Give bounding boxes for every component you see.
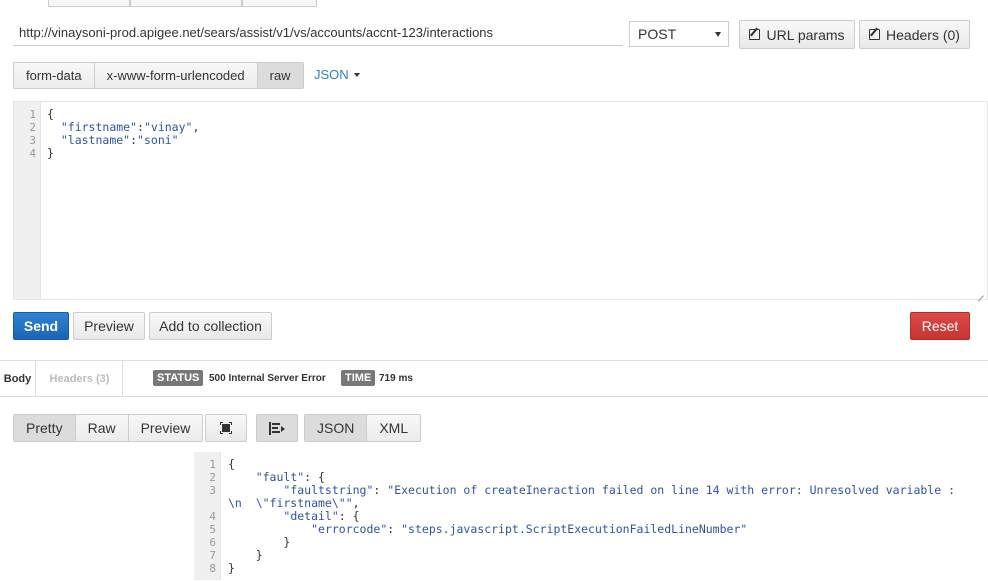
tab-headers[interactable]: Headers (3) bbox=[37, 361, 123, 396]
body-type-group: form-data x-www-form-urlencoded raw bbox=[13, 62, 304, 89]
tab-body[interactable]: Body bbox=[0, 361, 36, 396]
format-json[interactable]: JSON bbox=[305, 415, 368, 441]
fullscreen-icon bbox=[220, 422, 232, 434]
line-number: 6 bbox=[209, 536, 216, 549]
code-token: : bbox=[130, 133, 138, 147]
code-token: { bbox=[47, 107, 54, 121]
request-body-editor[interactable]: 1 2 3 4 { "firstname":"vinay", "lastname… bbox=[13, 101, 988, 300]
method-value: POST bbox=[638, 26, 677, 42]
response-line-gutter: 1 2 3 4 5 6 7 8 bbox=[194, 452, 221, 580]
code-string: "vinay" bbox=[143, 120, 193, 134]
edit-icon bbox=[749, 29, 761, 40]
line-number: 2 bbox=[209, 471, 216, 484]
code-key: "faultstring" bbox=[283, 483, 374, 497]
resize-handle-icon[interactable] bbox=[976, 288, 984, 296]
fullscreen-button[interactable] bbox=[205, 414, 247, 442]
format-group: JSON XML bbox=[304, 414, 422, 442]
body-type-raw[interactable]: raw bbox=[257, 63, 303, 88]
url-params-button[interactable]: URL params bbox=[739, 20, 855, 49]
caret-down-icon bbox=[715, 32, 721, 37]
code-token: } bbox=[255, 548, 263, 562]
line-number: 7 bbox=[209, 549, 216, 562]
code-token: { bbox=[228, 457, 235, 471]
code-token: , bbox=[192, 120, 200, 134]
code-line: } bbox=[47, 147, 54, 160]
code-token: : { bbox=[338, 509, 360, 523]
code-line: "lastname":"soni" bbox=[47, 134, 179, 147]
top-tab-2[interactable] bbox=[130, 0, 242, 7]
code-string: "steps.javascript.ScriptExecutionFailedL… bbox=[401, 522, 748, 536]
url-params-label: URL params bbox=[766, 26, 845, 43]
send-button[interactable]: Send bbox=[13, 312, 69, 340]
body-type-urlencoded[interactable]: x-www-form-urlencoded bbox=[94, 63, 258, 88]
line-number: 4 bbox=[29, 147, 36, 160]
divider bbox=[0, 360, 988, 361]
url-input[interactable] bbox=[13, 20, 623, 46]
wrap-lines-button[interactable] bbox=[256, 414, 298, 442]
line-number: 4 bbox=[209, 510, 216, 523]
response-code-line: "errorcode": "steps.javascript.ScriptExe… bbox=[228, 523, 747, 536]
top-tab-1[interactable] bbox=[48, 0, 130, 7]
code-string: "Execution of createIneraction failed on… bbox=[387, 483, 955, 497]
status-label-badge: STATUS bbox=[153, 370, 204, 386]
format-dropdown[interactable]: JSON bbox=[314, 67, 360, 82]
headers-button[interactable]: Headers (0) bbox=[859, 20, 970, 49]
body-type-form-data[interactable]: form-data bbox=[14, 63, 95, 88]
view-mode-group: Pretty Raw Preview bbox=[13, 414, 204, 442]
response-code-line: } bbox=[228, 562, 235, 575]
code-token: } bbox=[228, 561, 235, 575]
line-gutter: 1 2 3 4 bbox=[14, 102, 41, 299]
code-token: : { bbox=[304, 470, 325, 484]
time-label-badge: TIME bbox=[341, 370, 376, 386]
code-key: "fault" bbox=[255, 470, 305, 484]
code-string: \n \"firstname\"" bbox=[228, 496, 353, 510]
top-tab-3[interactable] bbox=[242, 0, 317, 7]
code-key: "errorcode" bbox=[311, 522, 388, 536]
view-mode-raw[interactable]: Raw bbox=[75, 415, 129, 441]
view-mode-pretty[interactable]: Pretty bbox=[14, 415, 76, 441]
line-number: 3 bbox=[29, 134, 36, 147]
preview-label: Preview bbox=[84, 318, 134, 334]
method-select[interactable]: POST bbox=[629, 21, 729, 47]
add-to-collection-label: Add to collection bbox=[159, 318, 262, 334]
wrap-lines-icon bbox=[269, 421, 285, 435]
code-token: : bbox=[137, 120, 144, 134]
code-token: : bbox=[387, 522, 402, 536]
code-key: "lastname" bbox=[60, 133, 131, 147]
line-number: 1 bbox=[29, 108, 36, 121]
reset-button[interactable]: Reset bbox=[910, 312, 970, 340]
code-key: "detail" bbox=[283, 509, 339, 523]
line-number: 3 bbox=[209, 484, 216, 497]
format-dropdown-label: JSON bbox=[314, 67, 349, 82]
code-key: "firstname" bbox=[60, 120, 138, 134]
line-number: 1 bbox=[209, 458, 216, 471]
line-number: 8 bbox=[209, 562, 216, 575]
format-xml[interactable]: XML bbox=[367, 415, 421, 441]
headers-label: Headers (0) bbox=[886, 26, 960, 43]
add-to-collection-button[interactable]: Add to collection bbox=[149, 312, 272, 340]
divider bbox=[0, 396, 988, 397]
view-mode-preview[interactable]: Preview bbox=[128, 415, 203, 441]
preview-button[interactable]: Preview bbox=[73, 312, 145, 340]
edit-icon bbox=[869, 29, 881, 40]
code-token: } bbox=[47, 146, 54, 160]
line-number: 5 bbox=[209, 523, 216, 536]
caret-down-icon bbox=[353, 72, 360, 77]
code-string: "soni" bbox=[137, 133, 179, 147]
code-token: : bbox=[373, 483, 388, 497]
status-value: 500 Internal Server Error bbox=[209, 372, 326, 384]
line-number: 2 bbox=[29, 121, 36, 134]
code-token: } bbox=[283, 535, 291, 549]
time-value: 719 ms bbox=[379, 372, 413, 384]
code-token: , bbox=[352, 496, 360, 510]
